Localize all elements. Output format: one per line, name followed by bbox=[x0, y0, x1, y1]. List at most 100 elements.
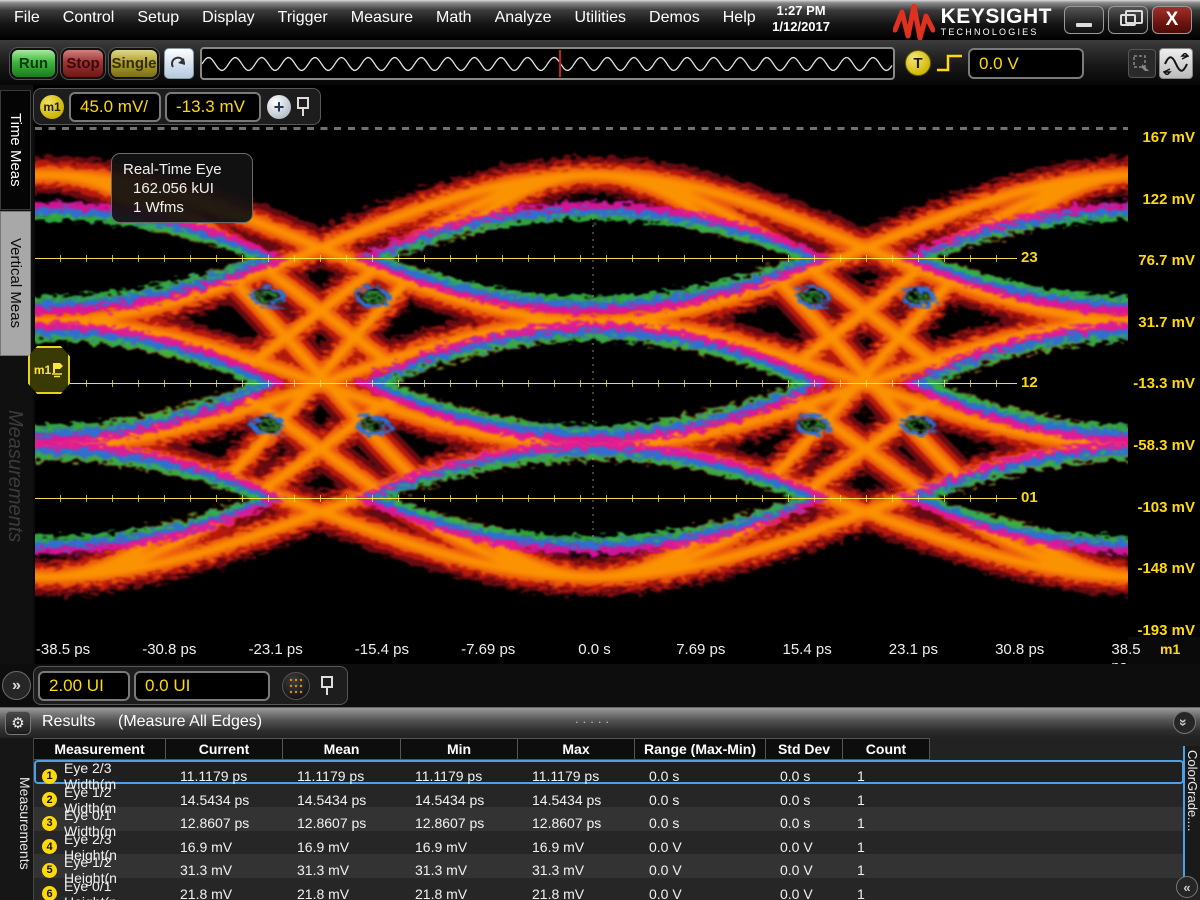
single-button[interactable]: Single bbox=[109, 48, 159, 79]
zoom-select-button[interactable] bbox=[1128, 49, 1156, 78]
brand-name: KEYSIGHT bbox=[941, 7, 1052, 27]
column-header[interactable]: Min bbox=[401, 738, 518, 760]
menu-item[interactable]: Display bbox=[202, 9, 254, 27]
column-header[interactable]: Current bbox=[166, 738, 283, 760]
menu-item[interactable]: Analyze bbox=[495, 9, 552, 27]
menu-item[interactable]: Utilities bbox=[574, 9, 626, 27]
vertical-scale-field[interactable]: 45.0 mV/ bbox=[69, 92, 161, 122]
marker-flag-icon bbox=[52, 361, 64, 379]
close-button[interactable]: X bbox=[1152, 6, 1192, 34]
column-header[interactable]: Std Dev bbox=[766, 738, 843, 760]
run-button[interactable]: Run bbox=[10, 48, 57, 79]
trigger-edge-icon bbox=[936, 52, 964, 79]
column-header[interactable]: Max bbox=[518, 738, 635, 760]
minimize-button[interactable] bbox=[1064, 6, 1104, 34]
menu-bar: File Control Setup Display Trigger Measure Mat… bbox=[14, 9, 756, 27]
measurement-name: Eye 0/1 Height(n bbox=[64, 878, 166, 900]
run-control-toolbar: Run Stop Single T 0.0 V bbox=[0, 40, 1200, 85]
cell-count: 1 bbox=[843, 792, 930, 808]
pin-icon[interactable] bbox=[296, 97, 310, 117]
brand-subtitle: TECHNOLOGIES bbox=[941, 27, 1052, 37]
restore-button[interactable] bbox=[1108, 6, 1148, 34]
eye-marker-label: 23 bbox=[1021, 249, 1038, 266]
table-row[interactable]: 3Eye 0/1 Width(m 12.8607 ps 12.8607 ps 1… bbox=[34, 807, 1184, 831]
eye-diagram-display[interactable]: 231201 Real-Time Eye 162.056 kUI 1 Wfms bbox=[35, 127, 1128, 637]
column-header[interactable]: Mean bbox=[283, 738, 401, 760]
measurement-badge: 4 bbox=[42, 839, 57, 854]
m1-marker-badge[interactable]: m1 bbox=[28, 346, 70, 394]
menu-item[interactable]: Math bbox=[436, 9, 472, 27]
cell-min: 31.3 mV bbox=[401, 862, 518, 878]
cell-range: 0.0 s bbox=[635, 792, 766, 808]
cell-count: 1 bbox=[843, 862, 930, 878]
touch-button[interactable] bbox=[164, 48, 194, 79]
cell-current: 16.9 mV bbox=[166, 839, 283, 855]
cell-max: 14.5434 ps bbox=[518, 792, 635, 808]
table-body: 1Eye 2/3 Width(m 11.1179 ps 11.1179 ps 1… bbox=[34, 760, 1184, 900]
waveform-preview bbox=[202, 49, 893, 78]
horizontal-controls: 2.00 UI 0.0 UI bbox=[33, 666, 348, 705]
gear-icon[interactable]: ⚙ bbox=[5, 711, 31, 735]
table-row[interactable]: 2Eye 1/2 Width(m 14.5434 ps 14.5434 ps 1… bbox=[34, 784, 1184, 808]
measurement-badge: 3 bbox=[42, 816, 57, 831]
trigger-badge[interactable]: T bbox=[905, 50, 931, 76]
menu-item[interactable]: File bbox=[14, 9, 40, 27]
tab-vertical-meas[interactable]: Vertical Meas bbox=[0, 211, 31, 356]
cell-stddev: 0.0 s bbox=[766, 815, 843, 831]
cell-min: 21.8 mV bbox=[401, 886, 518, 900]
measurements-watermark: Measurements bbox=[3, 410, 26, 542]
menu-item[interactable]: Measure bbox=[351, 9, 413, 27]
column-header[interactable]: Measurement bbox=[34, 738, 166, 760]
cell-max: 16.9 mV bbox=[518, 839, 635, 855]
table-row[interactable]: 4Eye 2/3 Height(n 16.9 mV 16.9 mV 16.9 m… bbox=[34, 831, 1184, 855]
dot-grid-icon bbox=[288, 678, 304, 694]
cell-range: 0.0 V bbox=[635, 886, 766, 900]
x-axis-label: 15.4 ps bbox=[782, 641, 831, 658]
realtime-eye-tooltip: Real-Time Eye 162.056 kUI 1 Wfms bbox=[111, 153, 253, 223]
cell-max: 12.8607 ps bbox=[518, 815, 635, 831]
table-row[interactable]: 5Eye 1/2 Height(n 31.3 mV 31.3 mV 31.3 m… bbox=[34, 854, 1184, 878]
tab-time-meas[interactable]: Time Meas bbox=[0, 90, 31, 210]
column-header[interactable]: Range (Max-Min) bbox=[635, 738, 766, 760]
x-axis-labels: -38.5 ps-30.8 ps-23.1 ps-15.4 ps-7.69 ps… bbox=[35, 637, 1128, 664]
minimize-icon bbox=[1076, 23, 1092, 27]
vertical-offset-field[interactable]: -13.3 mV bbox=[165, 92, 261, 122]
cell-stddev: 0.0 V bbox=[766, 839, 843, 855]
pin-icon[interactable] bbox=[320, 676, 334, 696]
channel-m1-badge[interactable]: m1 bbox=[40, 95, 64, 119]
fit-waveform-button[interactable] bbox=[1159, 48, 1193, 79]
grid-toggle-button[interactable] bbox=[282, 672, 310, 700]
cell-min: 11.1179 ps bbox=[401, 768, 518, 784]
add-channel-button[interactable]: + bbox=[267, 95, 291, 119]
ui-scale-field[interactable]: 2.00 UI bbox=[38, 671, 130, 701]
splitter-handle[interactable]: ..... bbox=[575, 711, 613, 726]
y-axis-label: 122 mV bbox=[1142, 191, 1195, 209]
menu-item[interactable]: Help bbox=[723, 9, 756, 27]
expand-chevron-button[interactable]: » bbox=[2, 671, 31, 700]
menu-item[interactable]: Demos bbox=[649, 9, 700, 27]
menu-item[interactable]: Control bbox=[63, 9, 115, 27]
cell-count: 1 bbox=[843, 768, 930, 784]
table-row[interactable]: 1Eye 2/3 Width(m 11.1179 ps 11.1179 ps 1… bbox=[34, 760, 1184, 784]
measurement-badge: 6 bbox=[42, 886, 57, 900]
menu-item[interactable]: Setup bbox=[137, 9, 179, 27]
y-axis-labels: 167 mV122 mV76.7 mV31.7 mV-13.3 mV-58.3 … bbox=[1128, 127, 1200, 637]
plot-corner-source-label: m1 bbox=[1160, 641, 1180, 657]
collapse-chevron-button[interactable]: » bbox=[1173, 711, 1196, 734]
close-icon: X bbox=[1166, 9, 1179, 31]
trigger-level-field[interactable]: 0.0 V bbox=[968, 48, 1084, 79]
table-header-row: MeasurementCurrentMeanMinMaxRange (Max-M… bbox=[34, 738, 1184, 760]
table-row[interactable]: 6Eye 0/1 Height(n 21.8 mV 21.8 mV 21.8 m… bbox=[34, 878, 1184, 900]
menu-item[interactable]: Trigger bbox=[278, 9, 328, 27]
horizontal-position-strip[interactable] bbox=[200, 47, 895, 80]
column-header[interactable]: Count bbox=[843, 738, 930, 760]
measurement-badge: 2 bbox=[42, 792, 57, 807]
ui-position-field[interactable]: 0.0 UI bbox=[134, 671, 270, 701]
cell-mean: 11.1179 ps bbox=[283, 768, 401, 784]
cell-current: 31.3 mV bbox=[166, 862, 283, 878]
expand-left-chevron-button[interactable]: « bbox=[1176, 876, 1198, 898]
y-axis-label: -13.3 mV bbox=[1133, 375, 1195, 393]
x-axis-label: 23.1 ps bbox=[889, 641, 938, 658]
stop-button[interactable]: Stop bbox=[61, 48, 105, 79]
tab-colorgrade[interactable]: ColorGrade .... bbox=[1183, 746, 1200, 886]
